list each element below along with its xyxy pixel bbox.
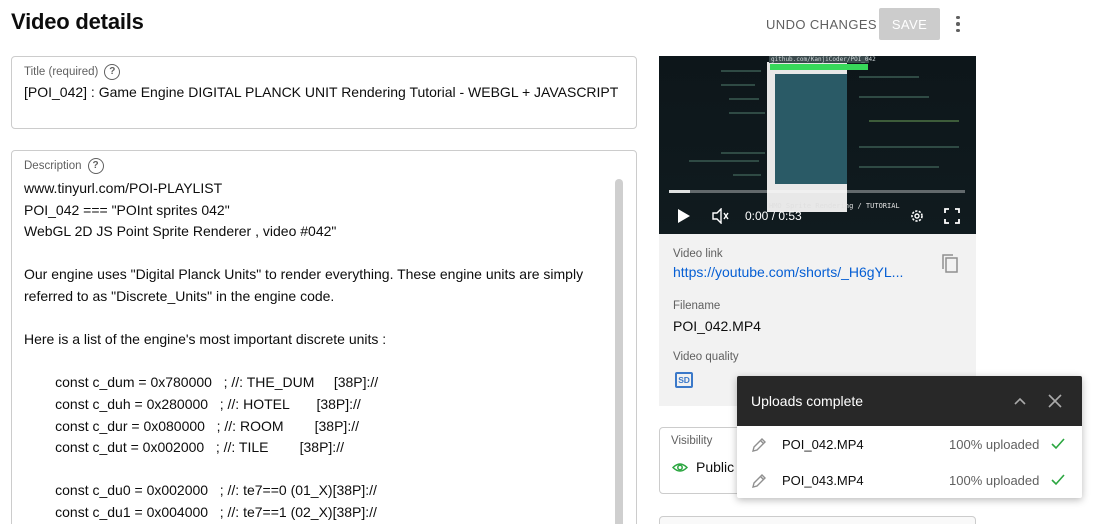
fullscreen-icon[interactable] <box>944 208 960 224</box>
video-controls: 0:00 / 0:53 <box>659 202 976 230</box>
description-input[interactable]: www.tinyurl.com/POI-PLAYLIST POI_042 ===… <box>24 178 609 524</box>
video-progress-fill <box>669 190 690 193</box>
description-field[interactable]: Description ? www.tinyurl.com/POI-PLAYLI… <box>11 150 637 524</box>
title-label-row: Title (required) ? <box>24 64 121 80</box>
video-link[interactable]: https://youtube.com/shorts/_H6gYL... <box>673 264 918 280</box>
help-icon[interactable]: ? <box>104 64 121 80</box>
copy-icon[interactable] <box>941 254 959 274</box>
check-icon <box>1051 474 1065 486</box>
save-button[interactable]: SAVE <box>879 8 940 40</box>
description-line: www.tinyurl.com/POI-PLAYLIST <box>24 180 223 196</box>
description-line: referred to as "Discrete_Units" in the e… <box>24 287 335 304</box>
description-line: const c_du0 = 0x002000 ; //: te7==0 (01_… <box>24 482 377 499</box>
description-line: Our engine uses "Digital Planck Units" t… <box>24 266 584 283</box>
description-line: const c_dur = 0x080000 ; //: ROOM [38P]:… <box>24 417 359 434</box>
description-line <box>24 243 609 265</box>
next-section-box <box>659 516 976 524</box>
uploads-header: Uploads complete <box>737 376 1082 426</box>
title-label: Title (required) <box>24 66 99 78</box>
visibility-value-row: Public <box>672 459 734 475</box>
description-line: const c_dum = 0x780000 ; //: THE_DUM [38… <box>24 374 379 391</box>
upload-row: POI_043.MP4 100% uploaded <box>737 462 1082 498</box>
title-input[interactable]: [POI_042] : Game Engine DIGITAL PLANCK U… <box>24 84 618 100</box>
description-line <box>24 459 609 481</box>
uploads-panel: Uploads complete POI_042.MP4 100% upload… <box>737 376 1082 498</box>
play-icon[interactable] <box>678 209 690 223</box>
chevron-up-icon[interactable] <box>1013 394 1027 408</box>
visibility-value: Public <box>696 459 735 475</box>
more-options-icon[interactable] <box>948 12 968 36</box>
description-line: const c_dut = 0x002000 ; //: TILE [38P]:… <box>24 439 344 456</box>
video-frame-url: github.com/KanjiCoder/POI_042 <box>771 56 876 63</box>
check-icon <box>1051 438 1065 450</box>
pencil-icon[interactable] <box>751 473 767 489</box>
video-progress-bar[interactable] <box>669 190 965 193</box>
upload-status: 100% uploaded <box>949 473 1040 488</box>
description-line <box>24 308 609 330</box>
upload-filename: POI_043.MP4 <box>782 473 864 488</box>
page-title: Video details <box>11 9 144 34</box>
title-field[interactable]: Title (required) ? [POI_042] : Game Engi… <box>11 56 637 129</box>
description-line <box>24 351 609 373</box>
help-icon[interactable]: ? <box>87 158 104 174</box>
filename-label: Filename <box>673 300 721 312</box>
eye-icon <box>672 462 688 472</box>
video-quality-label: Video quality <box>673 351 739 363</box>
sd-icon: SD <box>675 372 693 388</box>
visibility-label: Visibility <box>671 435 713 447</box>
description-label: Description <box>24 160 82 172</box>
description-scrollbar[interactable] <box>615 179 623 524</box>
close-icon[interactable] <box>1048 394 1062 408</box>
video-frame-inner <box>775 74 847 184</box>
description-line: WebGL 2D JS Point Sprite Renderer , vide… <box>24 223 337 240</box>
undo-changes-button[interactable]: UNDO CHANGES <box>758 9 885 40</box>
video-time: 0:00 / 0:53 <box>745 209 802 223</box>
upload-row: POI_042.MP4 100% uploaded <box>737 426 1082 462</box>
video-frame-green-bar <box>770 64 868 70</box>
description-line: const c_duh = 0x280000 ; //: HOTEL [38P]… <box>24 395 361 412</box>
video-link-label: Video link <box>673 248 723 260</box>
volume-icon[interactable] <box>712 208 730 224</box>
upload-filename: POI_042.MP4 <box>782 437 864 452</box>
pencil-icon[interactable] <box>751 437 767 453</box>
description-label-row: Description ? <box>24 158 104 174</box>
upload-status: 100% uploaded <box>949 437 1040 452</box>
description-line: Here is a list of the engine's most impo… <box>24 331 387 348</box>
uploads-title: Uploads complete <box>751 393 864 409</box>
description-line: POI_042 === "POInt sprites 042" <box>24 201 230 218</box>
description-line: const c_du1 = 0x004000 ; //: te7==1 (02_… <box>24 503 377 520</box>
settings-icon[interactable] <box>909 208 925 224</box>
filename-value: POI_042.MP4 <box>673 318 761 334</box>
video-player[interactable]: github.com/KanjiCoder/POI_042 HMO Sprite… <box>659 56 976 234</box>
